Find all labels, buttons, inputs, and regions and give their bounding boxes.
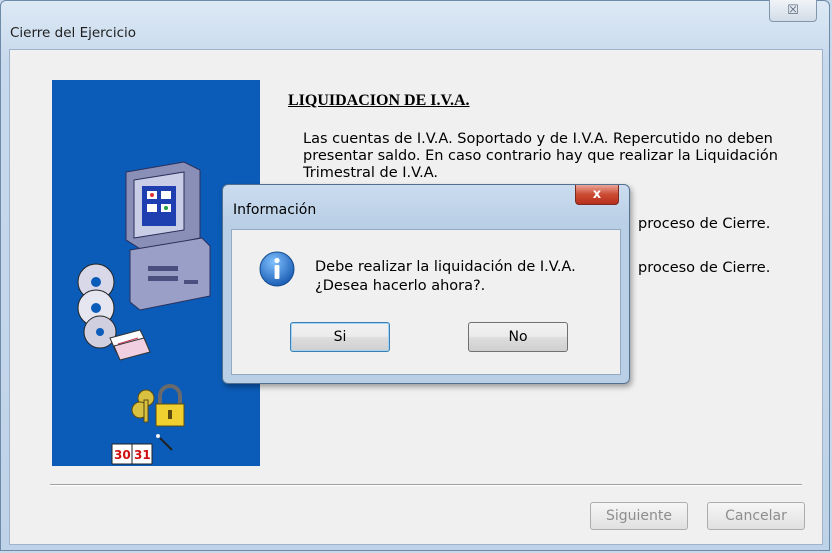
window-close-button[interactable]: ☒ <box>769 0 817 22</box>
dialog-close-button[interactable]: x <box>575 185 619 205</box>
cd-discs-icon <box>77 263 117 349</box>
calendar-day-31: 31 <box>134 448 151 462</box>
close-icon: x <box>592 187 602 202</box>
info-icon <box>259 251 295 287</box>
calendar-icon: 30 31 <box>111 434 173 465</box>
window-title: Cierre del Ejercicio <box>10 25 137 41</box>
close-icon: ☒ <box>787 3 799 18</box>
no-button[interactable]: No <box>468 322 568 352</box>
dialog-message-line1: Debe realizar la liquidación de I.V.A. <box>315 259 576 275</box>
dialog-title: Información <box>233 202 317 218</box>
dialog-message: Debe realizar la liquidación de I.V.A. ¿… <box>315 258 576 296</box>
monitor-icon <box>125 161 211 311</box>
cancel-button[interactable]: Cancelar <box>707 502 805 530</box>
dialog-body: Debe realizar la liquidación de I.V.A. ¿… <box>231 229 621 375</box>
iva-explanation-text: Las cuentas de I.V.A. Soportado y de I.V… <box>303 131 778 181</box>
next-button[interactable]: Siguiente <box>590 502 688 530</box>
footer-separator <box>50 484 802 486</box>
info-dialog: Información x Debe realizar la liquidaci… <box>222 184 630 384</box>
cierre-process-text-1: proceso de Cierre. <box>638 216 771 232</box>
keys-padlock-icon <box>131 384 185 427</box>
section-heading: LIQUIDACION DE I.V.A. <box>288 92 470 109</box>
dialog-message-line2: ¿Desea hacerlo ahora?. <box>315 278 486 294</box>
cierre-process-text-2: proceso de Cierre. <box>638 260 771 276</box>
yes-button[interactable]: Si <box>290 322 390 352</box>
calendar-day-30: 30 <box>114 448 131 462</box>
